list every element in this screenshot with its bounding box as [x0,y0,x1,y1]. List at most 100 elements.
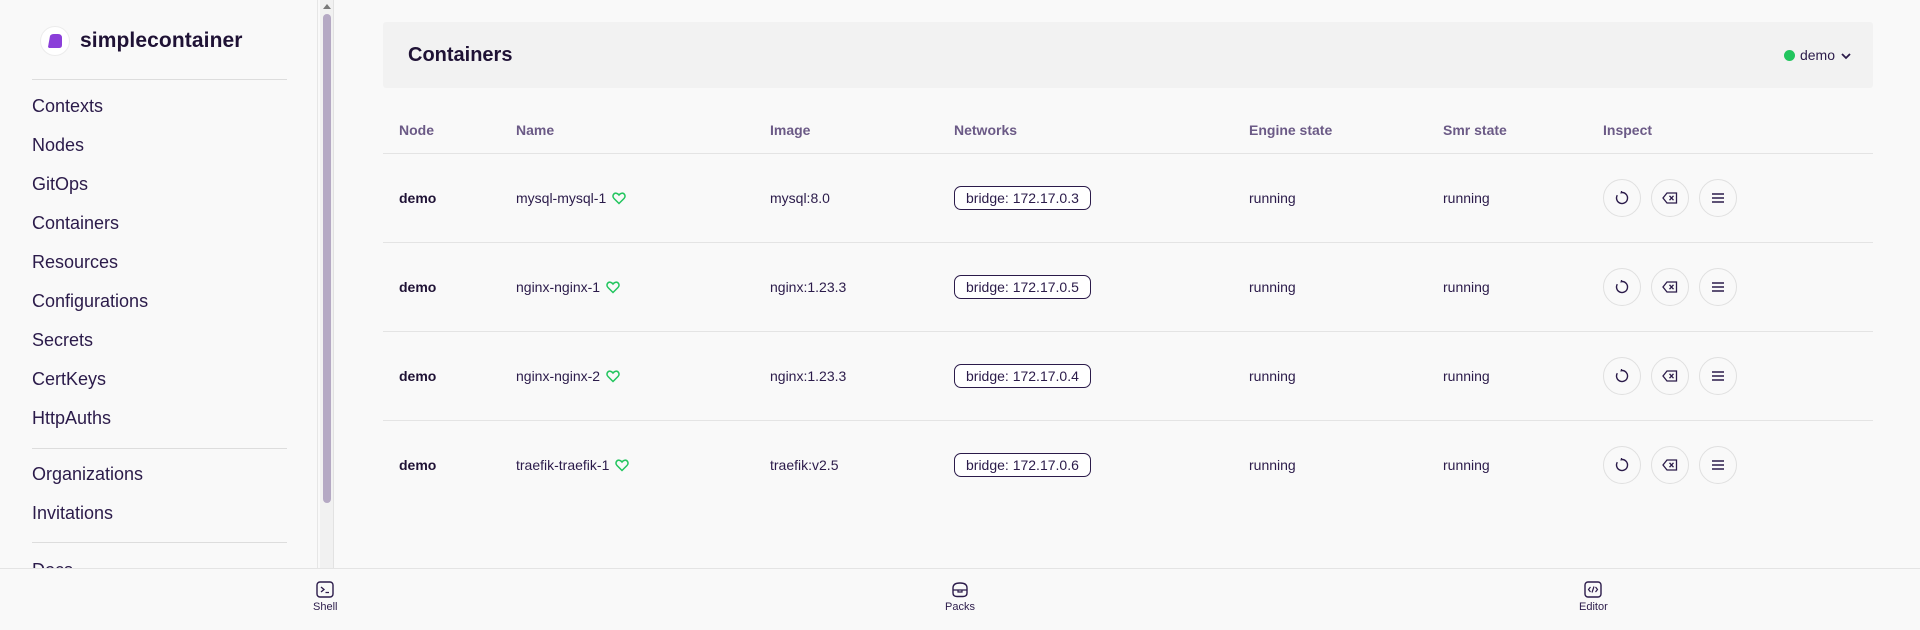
cell-node: demo [399,190,437,206]
bottombar-packs-label: Packs [945,601,975,613]
cell-smr-state: running [1443,457,1490,473]
column-header-image: Image [770,122,811,138]
column-header-networks: Networks [954,122,1018,138]
column-header-inspect: Inspect [1603,122,1653,138]
sidebar-item-nodes[interactable]: Nodes [32,126,148,165]
network-badge: bridge: 172.17.0.4 [954,364,1091,388]
sidebar-item-invitations[interactable]: Invitations [32,494,143,533]
cell-name[interactable]: traefik-traefik-1 [516,421,630,509]
sidebar-divider [32,542,287,543]
sidebar-item-containers[interactable]: Containers [32,204,148,243]
sidebar-item-docs[interactable]: Docs [32,551,73,568]
delete-button[interactable] [1651,179,1689,217]
cell-inspect [1603,154,1737,242]
container-name[interactable]: nginx-nginx-1 [516,279,600,295]
chevron-down-icon [1841,47,1851,63]
restart-button[interactable] [1603,179,1641,217]
cell-node: demo [399,457,437,473]
container-name[interactable]: nginx-nginx-2 [516,368,600,384]
table-row: demo traefik-traefik-1 traefik:v2.5 brid… [383,421,1873,510]
cell-inspect [1603,421,1737,509]
column-header-engine-state: Engine state [1249,122,1333,138]
table-row: demo nginx-nginx-1 nginx:1.23.3 bridge: … [383,243,1873,332]
menu-button[interactable] [1699,268,1737,306]
container-name[interactable]: mysql-mysql-1 [516,190,606,206]
cell-networks: bridge: 172.17.0.4 [954,332,1091,420]
restart-icon [1615,369,1629,383]
scroll-up-icon[interactable] [323,4,331,9]
sidebar: simplecontainer Contexts Nodes GitOps Co… [0,0,318,568]
bottom-toolbar: Shell Packs Editor [0,568,1920,630]
cell-node: demo [399,368,437,384]
cell-engine-state: running [1249,368,1296,384]
logo-icon [40,26,70,56]
table-header: Node Name Image Networks Engine state Sm… [383,110,1873,154]
delete-button[interactable] [1651,268,1689,306]
sidebar-item-contexts[interactable]: Contexts [32,87,148,126]
context-selector-value: demo [1799,47,1835,63]
sidebar-item-organizations[interactable]: Organizations [32,455,143,494]
heart-icon [606,280,620,294]
bottombar-editor-button[interactable]: Editor [1579,581,1608,613]
bottombar-packs-button[interactable]: Packs [945,581,975,613]
code-icon [1584,581,1603,598]
table-row: demo mysql-mysql-1 mysql:8.0 bridge: 172… [383,154,1873,243]
cell-engine-state: running [1249,279,1296,295]
network-badge: bridge: 172.17.0.5 [954,275,1091,299]
restart-button[interactable] [1603,357,1641,395]
delete-icon [1662,370,1678,382]
context-selector[interactable]: demo [1783,47,1851,63]
sidebar-scrollbar[interactable] [320,0,334,568]
menu-icon [1712,193,1724,203]
delete-icon [1662,281,1678,293]
terminal-icon [316,581,334,598]
restart-icon [1615,191,1629,205]
cell-image: nginx:1.23.3 [770,368,847,384]
scrollbar-thumb[interactable] [323,14,331,503]
delete-button[interactable] [1651,357,1689,395]
cell-name[interactable]: mysql-mysql-1 [516,154,626,242]
delete-icon [1662,459,1678,471]
restart-button[interactable] [1603,268,1641,306]
menu-button[interactable] [1699,357,1737,395]
cell-name[interactable]: nginx-nginx-2 [516,332,620,420]
cell-networks: bridge: 172.17.0.5 [954,243,1091,331]
sidebar-item-httpauths[interactable]: HttpAuths [32,399,148,438]
containers-table: Node Name Image Networks Engine state Sm… [383,110,1873,510]
cell-image: traefik:v2.5 [770,457,839,473]
page-header: Containers demo [383,22,1873,88]
network-badge: bridge: 172.17.0.6 [954,453,1091,477]
cell-networks: bridge: 172.17.0.3 [954,154,1091,242]
delete-button[interactable] [1651,446,1689,484]
page-title: Containers [408,44,513,66]
cell-smr-state: running [1443,190,1490,206]
menu-icon [1712,282,1724,292]
container-name[interactable]: traefik-traefik-1 [516,457,609,473]
sidebar-item-certkeys[interactable]: CertKeys [32,360,148,399]
sidebar-item-gitops[interactable]: GitOps [32,165,148,204]
cell-image: nginx:1.23.3 [770,279,847,295]
sidebar-nav-primary: Contexts Nodes GitOps Containers Resourc… [32,87,148,438]
cell-name[interactable]: nginx-nginx-1 [516,243,620,331]
cell-smr-state: running [1443,279,1490,295]
restart-button[interactable] [1603,446,1641,484]
heart-icon [615,458,630,472]
sidebar-item-secrets[interactable]: Secrets [32,321,148,360]
menu-button[interactable] [1699,446,1737,484]
network-badge: bridge: 172.17.0.3 [954,186,1091,210]
restart-icon [1615,280,1629,294]
brand-name: simplecontainer [80,29,243,52]
status-dot-icon [1783,49,1795,61]
column-header-name: Name [516,122,555,138]
pack-icon [952,582,968,598]
bottombar-shell-label: Shell [313,601,338,613]
cell-image: mysql:8.0 [770,190,830,206]
sidebar-item-configurations[interactable]: Configurations [32,282,148,321]
menu-icon [1712,371,1724,381]
cell-node: demo [399,279,437,295]
menu-button[interactable] [1699,179,1737,217]
bottombar-shell-button[interactable]: Shell [313,581,337,613]
sidebar-item-resources[interactable]: Resources [32,243,148,282]
brand[interactable]: simplecontainer [40,26,243,56]
column-header-node: Node [399,122,434,138]
